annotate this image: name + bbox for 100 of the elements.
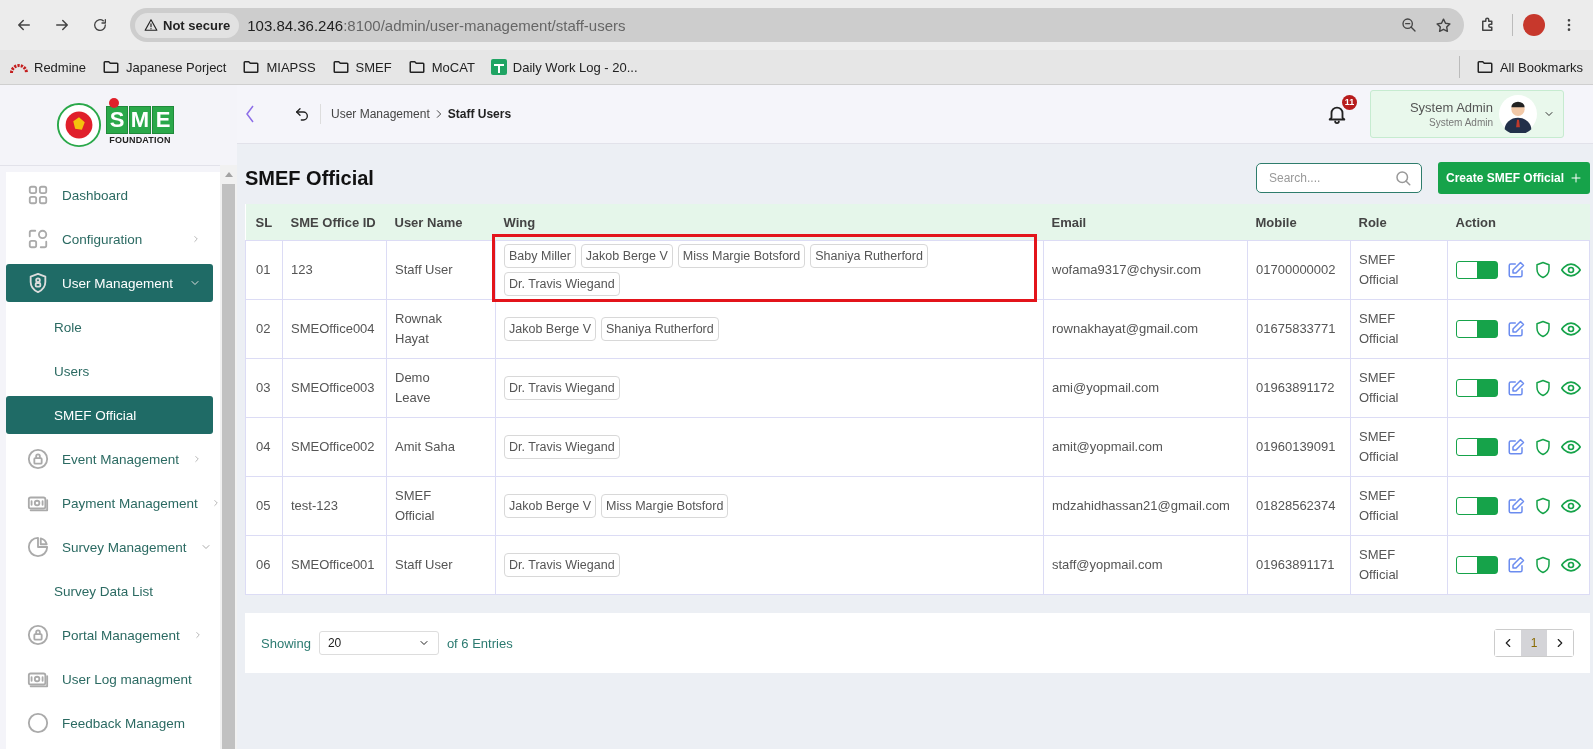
permission-button[interactable] [1534, 556, 1552, 574]
view-button[interactable] [1561, 378, 1581, 398]
view-button[interactable] [1561, 260, 1581, 280]
status-toggle[interactable] [1456, 379, 1498, 397]
sidebar-item[interactable]: Event Management [6, 440, 213, 478]
edit-button[interactable] [1507, 261, 1525, 279]
table-cell: staff@yopmail.com [1043, 535, 1248, 595]
sidebar-item[interactable]: Feedback Managem [6, 704, 213, 742]
table-cell: SMEF Official [1350, 535, 1448, 595]
sidebar-item[interactable]: Portal Management [6, 616, 213, 654]
warning-icon [144, 18, 158, 32]
table-cell: 01960139091 [1247, 417, 1351, 477]
table-cell: Demo Leave [386, 358, 496, 418]
shield-icon [1534, 556, 1552, 574]
page-size-select[interactable]: 20 [318, 631, 439, 655]
breadcrumb-item: Staff Users [447, 107, 512, 121]
sidebar-item[interactable]: Survey Management [6, 528, 213, 566]
status-toggle[interactable] [1456, 320, 1498, 338]
table-cell: 03 [245, 358, 283, 418]
wing-tag: Jakob Berge V [504, 317, 596, 341]
sidebar-item[interactable]: User Log managment [6, 660, 213, 698]
bookmark[interactable]: MoCAT [407, 58, 475, 76]
sidebar-item[interactable]: Configuration [6, 220, 213, 258]
sidebar-item[interactable]: Survey Data List [6, 572, 213, 610]
column-header: Email [1043, 204, 1248, 241]
search-field[interactable]: Search.... [1255, 163, 1422, 193]
column-header: SL [245, 204, 283, 241]
shield-icon [27, 272, 49, 294]
view-button[interactable] [1561, 319, 1581, 339]
wing-tag: Dr. Travis Wiegand [504, 553, 620, 577]
edit-button[interactable] [1507, 379, 1525, 397]
wing-tag: Dr. Travis Wiegand [504, 435, 620, 459]
sidebar-item[interactable]: Users [6, 352, 213, 390]
folder-icon [242, 58, 261, 76]
table-cell: SMEF Official [386, 476, 496, 536]
zoom-out-icon [1401, 17, 1417, 33]
lock-icon [27, 624, 49, 646]
sidebar-item[interactable]: Payment Management [6, 484, 213, 522]
eye-icon [1561, 496, 1581, 516]
table-cell: 01963891171 [1247, 535, 1351, 595]
permission-button[interactable] [1534, 497, 1552, 515]
edit-button[interactable] [1507, 438, 1525, 456]
status-toggle[interactable] [1456, 556, 1498, 574]
status-toggle[interactable] [1456, 261, 1498, 279]
lock-icon [27, 448, 49, 470]
sidebar-item[interactable]: SMEF Official [6, 396, 213, 434]
sidebar-item[interactable]: Dashboard [6, 176, 213, 214]
permission-button[interactable] [1534, 320, 1552, 338]
view-button[interactable] [1561, 437, 1581, 457]
wing-tag: Shaniya Rutherford [601, 317, 719, 341]
page-button[interactable]: 1 [1521, 630, 1547, 656]
security-label: Not secure [163, 17, 231, 33]
edit-icon [1507, 556, 1525, 574]
search-icon [1393, 169, 1412, 187]
edit-button[interactable] [1507, 320, 1525, 338]
folder-icon [102, 58, 121, 76]
profile-avatar[interactable] [1523, 14, 1545, 36]
permission-button[interactable] [1534, 261, 1552, 279]
eye-icon [1561, 319, 1581, 339]
edit-button[interactable] [1507, 556, 1525, 574]
table-cell: Staff User [386, 535, 496, 595]
shield-icon [1534, 320, 1552, 338]
column-header: Role [1350, 204, 1448, 241]
view-button[interactable] [1561, 555, 1581, 575]
bookmark[interactable]: Redmine [10, 59, 87, 75]
edit-button[interactable] [1507, 497, 1525, 515]
table-cell: 02 [245, 299, 283, 359]
breadcrumb-item[interactable]: User Management [331, 107, 430, 121]
bookmark[interactable]: Japanese Porject [102, 58, 227, 76]
permission-button[interactable] [1534, 379, 1552, 397]
column-header: User Name [386, 204, 496, 241]
sidebar-item[interactable]: Role [6, 308, 213, 346]
status-toggle[interactable] [1456, 438, 1498, 456]
security-chip[interactable]: Not secure [135, 12, 240, 38]
table-cell: 06 [245, 535, 283, 595]
table-cell: SMEF Official [1350, 299, 1448, 359]
user-role: System Admin [1428, 117, 1493, 128]
sidebar-item[interactable]: User Management [6, 264, 213, 302]
column-header: Action [1447, 204, 1590, 241]
spreadsheet-icon [490, 59, 507, 75]
view-button[interactable] [1561, 496, 1581, 516]
url-text: 103.84.36.246:8100/admin/user-management/staff-users [247, 16, 627, 34]
wing-tag: Dr. Travis Wiegand [504, 272, 620, 296]
permission-button[interactable] [1534, 438, 1552, 456]
all-bookmarks[interactable]: All Bookmarks [1475, 58, 1583, 76]
table-cell: SMEF Official [1350, 240, 1448, 300]
address-bar[interactable]: Not secure 103.84.36.246:8100/admin/user-management/staff-users [130, 8, 1464, 42]
table-cell: Staff User [386, 240, 496, 300]
bookmark[interactable]: SMEF [331, 58, 392, 76]
bookmark[interactable]: Daily Work Log - 20... [490, 59, 638, 75]
scrollbar[interactable] [220, 165, 237, 749]
wing-tag: Jakob Berge V [580, 244, 673, 268]
bookmark[interactable]: MIAPSS [242, 58, 316, 76]
column-header: Mobile [1247, 204, 1351, 241]
table-cell: SMEOffice002 [282, 417, 387, 477]
shield-icon [1534, 438, 1552, 456]
status-toggle[interactable] [1456, 497, 1498, 515]
notification-badge: 11 [1342, 95, 1357, 110]
eye-icon [1561, 437, 1581, 457]
user-menu[interactable]: System Admin System Admin [1370, 90, 1564, 138]
